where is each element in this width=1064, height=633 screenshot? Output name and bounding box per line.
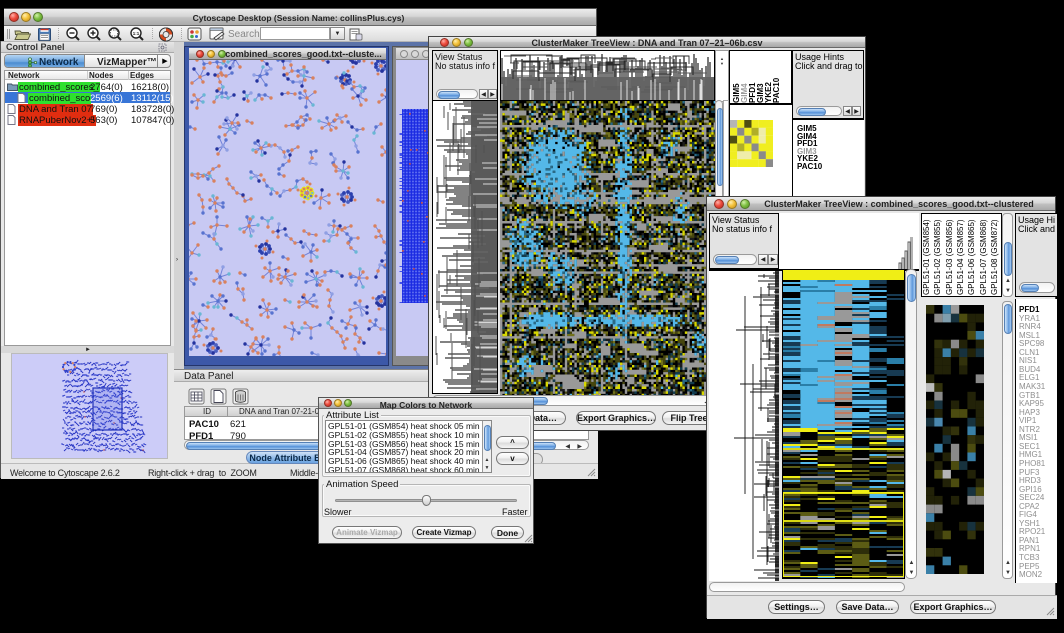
svg-text:1:1: 1:1 (133, 31, 140, 36)
